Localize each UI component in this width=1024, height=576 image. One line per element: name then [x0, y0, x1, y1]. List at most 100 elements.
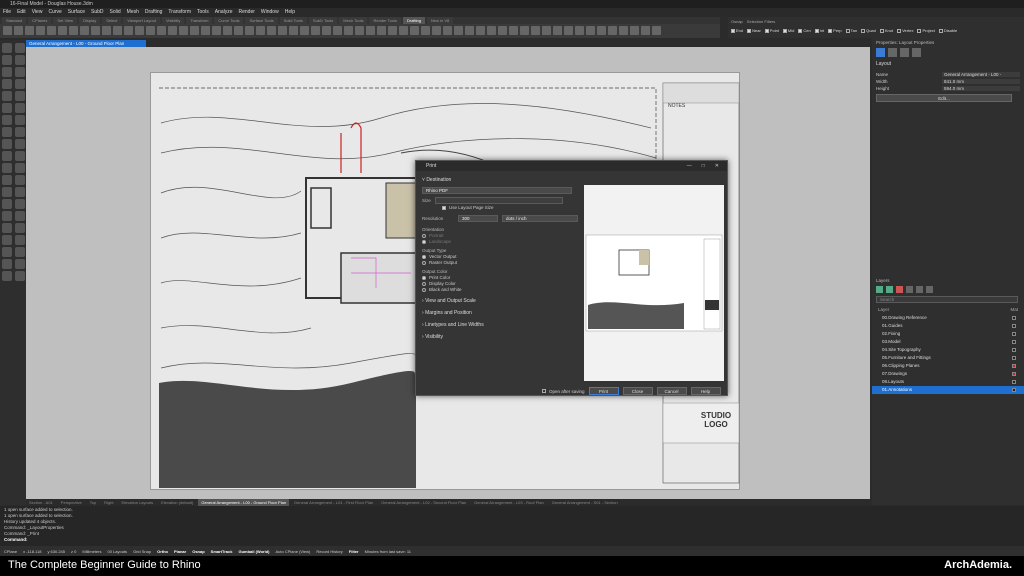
smarttrack-toggle[interactable]: SmartTrack [211, 549, 233, 554]
menu-drafting[interactable]: Drafting [145, 8, 163, 17]
cancel-button[interactable]: Cancel [656, 387, 687, 395]
left-tool-icon[interactable] [2, 199, 12, 209]
toolbar-tool-icon[interactable] [256, 26, 265, 35]
menu-surface[interactable]: Surface [68, 8, 85, 17]
toolbar-tool-icon[interactable] [124, 26, 133, 35]
osnap-checkbox[interactable] [747, 28, 752, 33]
osnap-checkbox[interactable] [764, 28, 769, 33]
toolbar-tool-icon[interactable] [223, 26, 232, 35]
toolbar-tool-icon[interactable] [476, 26, 485, 35]
layer-row[interactable]: 03.Model [872, 338, 1024, 346]
menu-transform[interactable]: Transform [168, 8, 191, 17]
toolbar-tool-icon[interactable] [410, 26, 419, 35]
left-tool-icon[interactable] [15, 55, 25, 65]
osnap-checkbox[interactable] [861, 28, 866, 33]
toolbar-tab[interactable]: Display [79, 17, 101, 24]
section-view-output-scale[interactable]: › View and Output Scale [422, 298, 582, 304]
left-tool-icon[interactable] [15, 271, 25, 281]
toolbar-tool-icon[interactable] [25, 26, 34, 35]
layer-color-swatch[interactable] [1012, 316, 1016, 320]
toolbar-tool-icon[interactable] [344, 26, 353, 35]
menu-file[interactable]: File [3, 8, 11, 17]
layer-color-swatch[interactable] [1012, 372, 1016, 376]
viewport-bottom-tab[interactable]: Top [87, 499, 99, 506]
toolbar-tool-icon[interactable] [366, 26, 375, 35]
viewport-bottom-tab[interactable]: Right [101, 499, 116, 506]
osnap-checkbox[interactable] [814, 28, 819, 33]
layer-row[interactable]: 04.Site Topography [872, 346, 1024, 354]
osnap-checkbox[interactable] [828, 28, 833, 33]
toolbar-tab[interactable]: Set View [53, 17, 78, 24]
filter-icon[interactable] [926, 286, 933, 293]
osnap-checkbox[interactable] [879, 28, 884, 33]
toolbar-tool-icon[interactable] [212, 26, 221, 35]
toolbar-tool-icon[interactable] [47, 26, 56, 35]
toolbar-tool-icon[interactable] [520, 26, 529, 35]
osnap-checkbox[interactable] [938, 28, 943, 33]
record-history-toggle[interactable]: Record History [316, 549, 342, 554]
toolbar-tab[interactable]: Surface Tools [245, 17, 278, 24]
toolbar-tool-icon[interactable] [377, 26, 386, 35]
toolbar-tab[interactable]: Curve Tools [214, 17, 244, 24]
layer-color-swatch[interactable] [1012, 364, 1016, 368]
toolbar-tab[interactable]: Render Tools [369, 17, 401, 24]
left-tool-icon[interactable] [2, 259, 12, 269]
toolbar-tool-icon[interactable] [157, 26, 166, 35]
osnap-option[interactable]: Project [917, 28, 935, 33]
toolbar-tool-icon[interactable] [641, 26, 650, 35]
toolbar-tool-icon[interactable] [399, 26, 408, 35]
toolbar-tool-icon[interactable] [454, 26, 463, 35]
toolbar-tool-icon[interactable] [234, 26, 243, 35]
menu-tools[interactable]: Tools [197, 8, 209, 17]
left-tool-icon[interactable] [15, 175, 25, 185]
osnap-checkbox[interactable] [798, 28, 803, 33]
toolbar-tab[interactable]: New in V8 [426, 17, 454, 24]
toolbar-tool-icon[interactable] [388, 26, 397, 35]
gumball-toggle[interactable]: Gumball (World) [238, 549, 269, 554]
toolbar-tool-icon[interactable] [586, 26, 595, 35]
viewport-bottom-tab[interactable]: Elevation (default) [158, 499, 196, 506]
osnap-option[interactable]: Tan [845, 28, 857, 33]
page-properties-icon[interactable] [900, 48, 909, 57]
left-tool-icon[interactable] [2, 103, 12, 113]
left-tool-icon[interactable] [15, 67, 25, 77]
left-tool-icon[interactable] [2, 67, 12, 77]
toolbar-tab[interactable]: CPlanes [28, 17, 52, 24]
display-properties-icon[interactable] [888, 48, 897, 57]
toolbar-tool-icon[interactable] [553, 26, 562, 35]
viewport-bottom-tab[interactable]: General Arrangement - L02 - Second Floor… [378, 499, 469, 506]
toolbar-tool-icon[interactable] [608, 26, 617, 35]
toolbar-tool-icon[interactable] [14, 26, 23, 35]
filter-toggle[interactable]: Filter [349, 549, 359, 554]
toolbar-tool-icon[interactable] [311, 26, 320, 35]
osnap-checkbox[interactable] [917, 28, 922, 33]
raster-output-radio[interactable] [422, 260, 426, 265]
left-tool-icon[interactable] [15, 91, 25, 101]
osnap-option[interactable]: Int [814, 28, 824, 33]
toolbar-tool-icon[interactable] [69, 26, 78, 35]
osnap-option[interactable]: End [731, 28, 743, 33]
toolbar-tool-icon[interactable] [421, 26, 430, 35]
black-and-white-radio[interactable] [422, 287, 426, 292]
left-tool-icon[interactable] [2, 223, 12, 233]
left-tool-icon[interactable] [15, 127, 25, 137]
layer-row[interactable]: 06.Clipping Planes [872, 362, 1024, 370]
toolbar-tool-icon[interactable] [300, 26, 309, 35]
layer-color-swatch[interactable] [1012, 340, 1016, 344]
toolbar-tool-icon[interactable] [619, 26, 628, 35]
left-tool-icon[interactable] [15, 163, 25, 173]
toolbar-tool-icon[interactable] [36, 26, 45, 35]
display-color-radio[interactable] [422, 281, 426, 286]
grid-snap-toggle[interactable]: Grid Snap [133, 549, 151, 554]
osnap-option[interactable]: Point [764, 28, 779, 33]
current-layer[interactable]: 00 Layouts [107, 549, 127, 554]
toolbar-tool-icon[interactable] [267, 26, 276, 35]
toolbar-tool-icon[interactable] [465, 26, 474, 35]
toolbar-tool-icon[interactable] [531, 26, 540, 35]
toolbar-tool-icon[interactable] [135, 26, 144, 35]
vector-output-radio[interactable] [422, 254, 426, 259]
osnap-option[interactable]: Perp [828, 28, 842, 33]
close-icon[interactable]: ✕ [715, 161, 719, 171]
orientation-landscape-radio[interactable] [422, 239, 426, 244]
menu-view[interactable]: View [32, 8, 43, 17]
